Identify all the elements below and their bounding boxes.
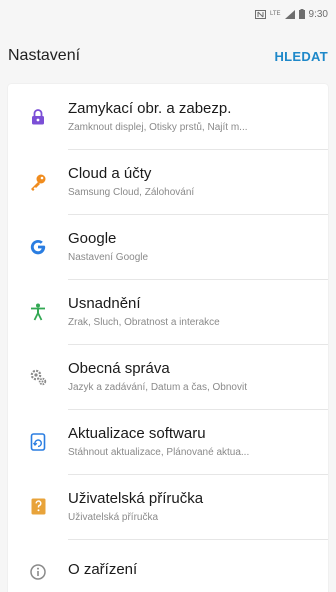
software-update-icon [8,432,68,451]
item-subtitle: Stáhnout aktualizace, Plánované aktua... [68,446,250,458]
item-subtitle: Samsung Cloud, Zálohování [68,186,195,198]
lte-icon: LTE [269,11,281,17]
item-title: Zamykací obr. a zabezp. [68,99,232,117]
item-title: Obecná správa [68,359,170,377]
battery-icon [298,9,305,19]
item-title: Cloud a účty [68,164,152,182]
item-title: O zařízení [68,560,138,578]
settings-item-lock-screen-security[interactable]: Zamykací obr. a zabezp. Zamknout displej… [8,84,328,150]
settings-item-general-management[interactable]: Obecná správa Jazyk a zadávání, Datum a … [8,344,328,410]
item-subtitle: Zamknout displej, Otisky prstů, Najít m.… [68,121,248,133]
settings-list: Zamykací obr. a zabezp. Zamknout displej… [8,84,328,592]
settings-item-user-manual[interactable]: Uživatelská příručka Uživatelská příručk… [8,474,328,540]
page-title: Nastavení [8,47,81,64]
status-bar: LTE 9:30 [0,0,336,28]
signal-icon [284,9,295,19]
nfc-icon [254,9,266,19]
user-manual-icon [8,498,68,515]
item-subtitle: Uživatelská příručka [68,511,159,523]
settings-screen: LTE 9:30 Nastavení HLEDAT Zamykací obr. … [0,0,336,592]
lock-icon [8,108,68,125]
search-button[interactable]: HLEDAT [274,49,328,64]
item-title: Usnadnění [68,294,141,312]
settings-item-software-update[interactable]: Aktualizace softwaru Stáhnout aktualizac… [8,409,328,475]
settings-item-about-device[interactable]: O zařízení [8,539,328,592]
google-icon [8,239,68,255]
status-time: 9:30 [308,8,328,20]
accessibility-icon [8,303,68,321]
gears-icon [8,368,68,386]
item-title: Google [68,229,117,247]
item-title: Aktualizace softwaru [68,424,206,442]
key-icon [8,173,68,191]
app-header: Nastavení HLEDAT [0,28,336,84]
item-subtitle: Jazyk a zadávání, Datum a čas, Obnovit [68,381,247,393]
item-title: Uživatelská příručka [68,489,204,507]
item-subtitle: Nastavení Google [68,251,149,263]
settings-item-accessibility[interactable]: Usnadnění Zrak, Sluch, Obratnost a inter… [8,279,328,345]
settings-item-google[interactable]: Google Nastavení Google [8,214,328,280]
info-icon [8,563,68,580]
item-subtitle: Zrak, Sluch, Obratnost a interakce [68,316,220,328]
settings-item-cloud-accounts[interactable]: Cloud a účty Samsung Cloud, Zálohování [8,149,328,215]
